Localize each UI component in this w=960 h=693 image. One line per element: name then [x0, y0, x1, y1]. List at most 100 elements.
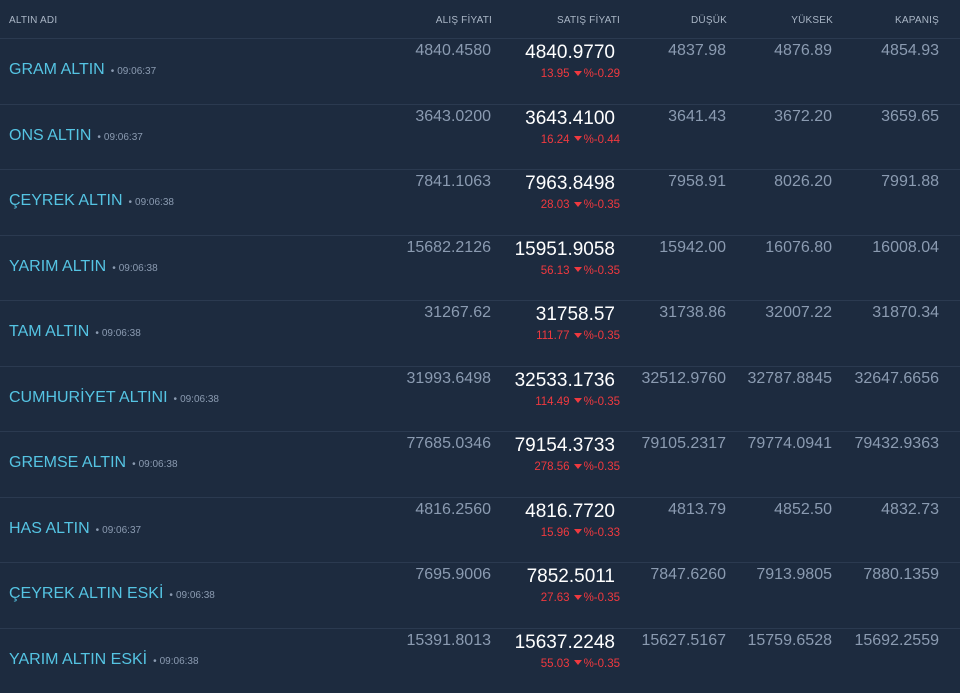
change-indicator: 16.24 %-0.44	[541, 134, 620, 146]
gold-name-link[interactable]: YARIM ALTIN ESKİ	[9, 651, 147, 668]
change-amount: 114.49	[535, 396, 569, 408]
change-amount: 278.56	[534, 461, 569, 473]
gold-name-link[interactable]: CUMHURİYET ALTINI	[9, 389, 168, 406]
gold-name-link[interactable]: YARIM ALTIN	[9, 258, 106, 275]
change-percent: %-0.44	[584, 134, 620, 146]
change-indicator: 278.56 %-0.35	[534, 461, 620, 473]
low-price: 4837.98	[668, 42, 726, 60]
update-time-value: 09:06:38	[180, 394, 219, 405]
gold-price-table: ALTIN ADI ALIŞ FİYATI SATIŞ FİYATI DÜŞÜK…	[0, 0, 960, 693]
change-indicator: 13.95 %-0.29	[541, 68, 620, 80]
table-row[interactable]: GREMSE ALTIN•09:06:38 77685.0346 79154.3…	[0, 432, 960, 498]
sell-price: 15951.9058	[515, 239, 615, 261]
gold-name-link[interactable]: ONS ALTIN	[9, 127, 91, 144]
change-percent: %-0.35	[584, 461, 620, 473]
change-indicator: 114.49 %-0.35	[535, 396, 620, 408]
gold-name-cell: CUMHURİYET ALTINI •09:06:38	[9, 389, 219, 407]
triangle-down-icon	[574, 71, 582, 76]
close-price: 15692.2559	[854, 632, 939, 650]
buy-price: 15682.2126	[406, 239, 491, 257]
table-row[interactable]: GRAM ALTIN•09:06:37 4840.4580 4840.9770 …	[0, 39, 960, 105]
table-row[interactable]: ÇEYREK ALTIN ESKİ•09:06:38 7695.9006 785…	[0, 563, 960, 629]
change-indicator: 111.77%-0.35	[536, 330, 620, 342]
buy-price: 77685.0346	[406, 435, 491, 453]
table-body: GRAM ALTIN•09:06:37 4840.4580 4840.9770 …	[0, 39, 960, 693]
low-price: 4813.79	[668, 501, 726, 519]
high-price: 79774.0941	[747, 435, 832, 453]
sell-price: 7963.8498	[525, 173, 615, 195]
update-time: •09:06:38	[174, 394, 219, 405]
gold-name-link[interactable]: GREMSE ALTIN	[9, 454, 126, 471]
update-time-value: 09:06:37	[102, 525, 141, 536]
buy-price: 4840.4580	[415, 42, 491, 60]
column-header-sell[interactable]: SATIŞ FİYATI	[557, 15, 620, 26]
table-row[interactable]: YARIM ALTIN•09:06:38 15682.2126 15951.90…	[0, 236, 960, 302]
change-indicator: 55.03%-0.35	[541, 658, 620, 670]
triangle-down-icon	[574, 202, 582, 207]
table-row[interactable]: CUMHURİYET ALTINI•09:06:38 31993.6498 32…	[0, 367, 960, 433]
update-time-value: 09:06:38	[176, 590, 215, 601]
high-price: 8026.20	[774, 173, 832, 191]
change-amount: 27.63	[541, 592, 570, 604]
column-header-buy[interactable]: ALIŞ FİYATI	[436, 15, 492, 26]
change-amount: 13.95	[541, 68, 570, 80]
change-percent: %-0.35	[584, 396, 620, 408]
table-row[interactable]: HAS ALTIN•09:06:37 4816.2560 4816.7720 1…	[0, 498, 960, 564]
update-time-value: 09:06:38	[119, 263, 158, 274]
low-price: 32512.9760	[641, 370, 726, 388]
close-price: 32647.6656	[854, 370, 939, 388]
column-header-low[interactable]: DÜŞÜK	[691, 15, 727, 26]
close-price: 79432.9363	[854, 435, 939, 453]
change-amount: 111.77	[536, 330, 569, 342]
close-price: 31870.34	[872, 304, 939, 322]
change-percent: %-0.29	[584, 68, 620, 80]
triangle-down-icon	[574, 660, 582, 665]
table-row[interactable]: TAM ALTIN•09:06:38 31267.62 31758.57 111…	[0, 301, 960, 367]
gold-name-link[interactable]: GRAM ALTIN	[9, 61, 105, 78]
column-header-high[interactable]: YÜKSEK	[791, 15, 833, 26]
update-time-value: 09:06:37	[117, 66, 156, 77]
buy-price: 7695.9006	[415, 566, 491, 584]
change-amount: 16.24	[541, 134, 570, 146]
buy-price: 15391.8013	[406, 632, 491, 650]
table-row[interactable]: ÇEYREK ALTIN •09:06:38 7841.1063 7963.849…	[0, 170, 960, 236]
low-price: 31738.86	[659, 304, 726, 322]
change-amount: 56.13	[541, 265, 570, 277]
dot-icon: •	[129, 197, 133, 208]
dot-icon: •	[174, 394, 178, 405]
update-time-value: 09:06:38	[160, 656, 199, 667]
change-percent: %-0.33	[584, 527, 620, 539]
buy-price: 7841.1063	[415, 173, 491, 191]
change-amount: 28.03	[541, 199, 570, 211]
update-time: •09:06:38	[153, 656, 198, 667]
triangle-down-icon	[574, 398, 582, 403]
low-price: 79105.2317	[641, 435, 726, 453]
high-price: 7913.9805	[756, 566, 832, 584]
gold-name-cell: YARIM ALTIN•09:06:38	[9, 258, 158, 276]
update-time: •09:06:37	[97, 132, 142, 143]
table-row[interactable]: YARIM ALTIN ESKİ •09:06:38 15391.8013 156…	[0, 629, 960, 693]
gold-name-cell: GREMSE ALTIN •09:06:38	[9, 454, 178, 472]
dot-icon: •	[96, 525, 100, 536]
low-price: 7847.6260	[650, 566, 726, 584]
dot-icon: •	[97, 132, 101, 143]
close-price: 7880.1359	[863, 566, 939, 584]
triangle-down-icon	[574, 136, 582, 141]
update-time: •09:06:38	[132, 459, 177, 470]
gold-name-cell: HAS ALTIN •09:06:37	[9, 520, 141, 538]
change-amount: 55.03	[541, 658, 570, 670]
update-time: •09:06:38	[129, 197, 174, 208]
update-time-value: 09:06:38	[102, 328, 141, 339]
gold-name-link[interactable]: ÇEYREK ALTIN	[9, 192, 123, 209]
gold-name-link[interactable]: TAM ALTIN	[9, 323, 89, 340]
dot-icon: •	[132, 459, 136, 470]
table-row[interactable]: ONS ALTIN•09:06:37 3643.0200 3643.4100 1…	[0, 105, 960, 171]
dot-icon: •	[169, 590, 173, 601]
column-header-name[interactable]: ALTIN ADI	[9, 15, 57, 26]
column-header-close[interactable]: KAPANIŞ	[895, 15, 939, 26]
gold-name-cell: YARIM ALTIN ESKİ •09:06:38	[9, 651, 199, 669]
gold-name-link[interactable]: ÇEYREK ALTIN ESKİ	[9, 585, 163, 602]
dot-icon: •	[95, 328, 99, 339]
high-price: 16076.80	[765, 239, 832, 257]
gold-name-link[interactable]: HAS ALTIN	[9, 520, 90, 537]
